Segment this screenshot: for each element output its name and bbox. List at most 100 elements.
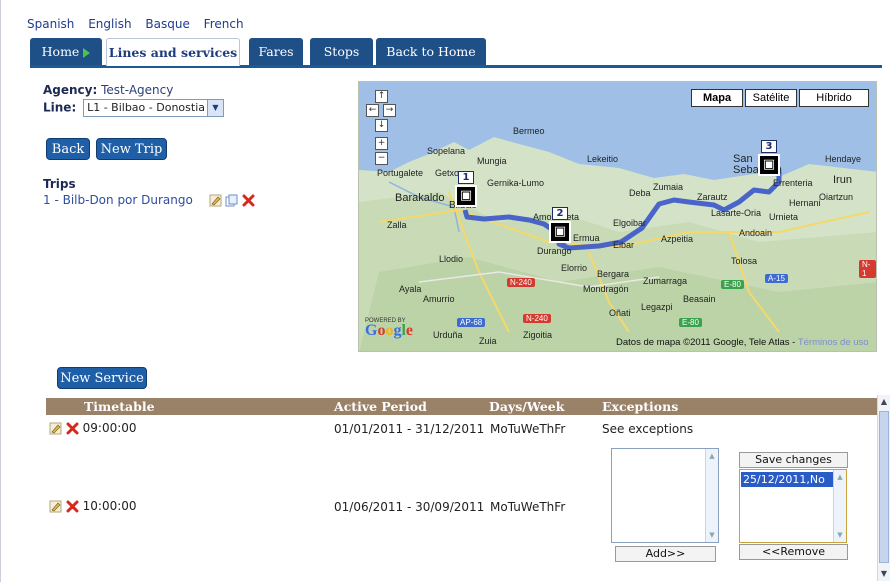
- scroll-down-icon[interactable]: ▼: [707, 530, 717, 540]
- terms-of-use-link[interactable]: Términos de uso: [798, 337, 869, 348]
- road-label: E-80: [679, 318, 702, 327]
- map-town: Hernani: [789, 198, 821, 208]
- trip-link[interactable]: 1 - Bilb-Don por Durango: [43, 193, 193, 207]
- map-town: Portugalete: [377, 168, 424, 178]
- lang-english[interactable]: English: [88, 17, 131, 31]
- google-logo[interactable]: Google: [365, 322, 413, 340]
- add-exception-button[interactable]: Add>>: [615, 546, 716, 562]
- scrollbar-thumb[interactable]: [879, 411, 889, 563]
- map-attribution-text: Datos de mapa ©2011 Google, Tele Atlas -: [616, 337, 796, 348]
- active-period-cell: 01/06/2011 - 30/09/2011: [334, 500, 485, 514]
- map-town: Ayala: [399, 284, 422, 294]
- zoom-out-icon[interactable]: −: [375, 152, 388, 165]
- map-type-satelite[interactable]: Satélite: [745, 89, 797, 107]
- scroll-up-icon[interactable]: ▲: [835, 472, 845, 482]
- zoom-in-icon[interactable]: +: [375, 137, 388, 150]
- agency-label: Agency:: [43, 83, 98, 97]
- scroll-down-icon[interactable]: ▼: [878, 568, 890, 580]
- lang-french[interactable]: French: [204, 17, 244, 31]
- stop-number: 3: [761, 140, 777, 153]
- selected-exceptions-listbox[interactable]: 25/12/2011,No ▲ ▼: [739, 469, 847, 543]
- tab-lines-and-services[interactable]: Lines and services: [106, 38, 240, 66]
- map-town: Zigoitia: [523, 330, 553, 340]
- map-town: Zumarraga: [643, 276, 688, 286]
- map-town: Azpeitia: [661, 234, 694, 244]
- active-period-cell: 01/01/2011 - 31/12/2011: [334, 422, 485, 436]
- pan-left-icon[interactable]: ←: [366, 104, 379, 117]
- bus-icon: ▣: [549, 221, 571, 243]
- trips-heading: Trips: [43, 177, 76, 191]
- scroll-down-icon[interactable]: ▼: [835, 530, 845, 540]
- remove-exception-button[interactable]: <<Remove: [739, 544, 848, 560]
- selected-exception-item[interactable]: 25/12/2011,No: [741, 472, 833, 487]
- tab-home[interactable]: Home: [30, 38, 102, 65]
- stop-marker-2[interactable]: 2 ▣: [549, 207, 571, 245]
- map-town: Errenteria: [773, 178, 813, 188]
- available-dates-listbox[interactable]: ▲ ▼: [611, 448, 719, 543]
- col-exceptions: Exceptions: [602, 399, 679, 414]
- stop-marker-3[interactable]: 3 ▣: [758, 140, 780, 178]
- map-town: Deba: [629, 188, 651, 198]
- listbox-scrollbar[interactable]: ▲ ▼: [833, 470, 846, 542]
- map-town: Legazpi: [641, 302, 673, 312]
- map-town: Gernika-Lumo: [487, 178, 545, 188]
- pan-down-icon[interactable]: ↓: [375, 119, 388, 132]
- edit-pencil-icon[interactable]: [49, 500, 62, 513]
- map-town: Sopelana: [427, 146, 466, 156]
- route-map[interactable]: Mapa Satélite Híbrido ↑ ← → ↓ + − Bermeo…: [358, 81, 877, 352]
- back-button[interactable]: Back: [46, 138, 90, 160]
- delete-x-icon[interactable]: [66, 422, 79, 435]
- map-town: Hendaye: [825, 154, 862, 164]
- tab-stops[interactable]: Stops: [310, 38, 373, 65]
- map-attribution: Datos de mapa ©2011 Google, Tele Atlas -…: [616, 337, 869, 348]
- save-changes-button[interactable]: Save changes: [739, 452, 848, 468]
- lang-basque[interactable]: Basque: [145, 17, 189, 31]
- page-scrollbar[interactable]: ▲ ▼: [877, 395, 890, 581]
- services-table-header: Timetable Active Period Days/Week Except…: [46, 398, 877, 415]
- map-town: Zumaia: [653, 182, 684, 192]
- stop-number: 2: [552, 207, 568, 220]
- map-town: Zuia: [479, 336, 497, 346]
- map-town: Zalla: [387, 220, 407, 230]
- tab-home-label: Home: [41, 44, 80, 59]
- edit-pencil-icon[interactable]: [49, 422, 62, 435]
- map-town: Zarautz: [697, 192, 728, 202]
- pan-right-icon[interactable]: →: [383, 104, 396, 117]
- road-label: A-15: [765, 274, 788, 283]
- timetable-cell: 10:00:00: [82, 499, 137, 513]
- map-town: Oiartzun: [819, 192, 854, 202]
- language-bar: Spanish English Basque French: [27, 17, 254, 31]
- scroll-up-icon[interactable]: ▲: [707, 451, 717, 461]
- days-week-cell: MoTuWeThFr: [490, 422, 566, 436]
- line-select[interactable]: L1 - Bilbao - Donostia ▼: [83, 99, 224, 117]
- line-selector-row: Line: L1 - Bilbao - Donostia ▼: [43, 99, 224, 117]
- new-service-button[interactable]: New Service: [57, 367, 147, 389]
- tab-fares[interactable]: Fares: [249, 38, 303, 65]
- lang-spanish[interactable]: Spanish: [27, 17, 74, 31]
- road-label: E-80: [721, 280, 744, 289]
- edit-pencil-icon[interactable]: [209, 194, 222, 207]
- pan-up-icon[interactable]: ↑: [375, 90, 388, 103]
- map-type-hibrido[interactable]: Híbrido: [799, 89, 869, 107]
- map-town: Lekeitio: [587, 154, 619, 164]
- map-town: Mondragón: [583, 284, 629, 294]
- stop-number: 1: [458, 171, 474, 184]
- main-tabs: Home Lines and services Fares Stops Back…: [30, 38, 882, 68]
- map-type-mapa[interactable]: Mapa: [691, 89, 743, 107]
- agency-value: Test-Agency: [101, 83, 174, 97]
- delete-x-icon[interactable]: [242, 194, 255, 207]
- stop-marker-1[interactable]: 1 ▣: [455, 171, 477, 209]
- map-town: Urnieta: [769, 212, 799, 222]
- copy-icon[interactable]: [225, 194, 238, 207]
- map-town: Urduña: [433, 330, 463, 340]
- scroll-up-icon[interactable]: ▲: [878, 396, 890, 408]
- table-row: 10:00:00: [49, 499, 137, 513]
- tab-back-to-home[interactable]: Back to Home: [376, 38, 486, 65]
- delete-x-icon[interactable]: [66, 500, 79, 513]
- col-timetable: Timetable: [84, 399, 155, 414]
- see-exceptions-link[interactable]: See exceptions: [602, 422, 693, 436]
- map-town: Llodio: [439, 254, 464, 264]
- listbox-scrollbar[interactable]: ▲ ▼: [705, 449, 718, 542]
- new-trip-button[interactable]: New Trip: [96, 138, 167, 160]
- table-row: 09:00:00: [49, 421, 137, 435]
